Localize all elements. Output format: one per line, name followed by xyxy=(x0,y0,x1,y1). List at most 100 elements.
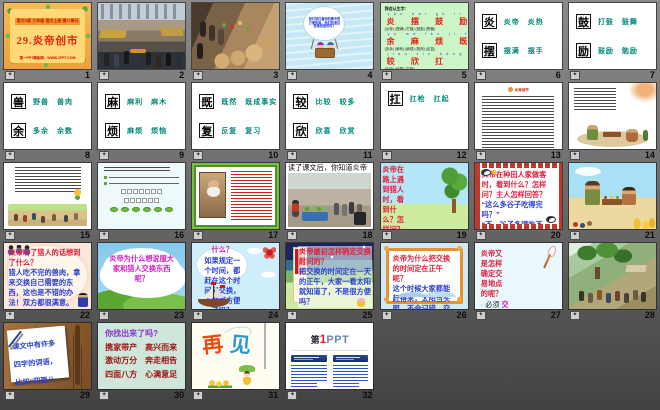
transition-icon[interactable]: ✦ xyxy=(476,151,486,160)
transition-icon[interactable]: ✦ xyxy=(193,231,203,240)
slide-thumbnail-10[interactable]: 既 既然 既成事实 复 反复 复习 xyxy=(192,83,279,149)
transition-icon[interactable]: ✦ xyxy=(287,391,297,400)
biography-text-lines xyxy=(231,171,272,220)
transition-icon[interactable]: ✦ xyxy=(382,231,392,240)
slide-thumbnail-18[interactable]: 读了课文后，你知道炎帝创立了“市”，古人们的交易是怎样的吗？ xyxy=(286,163,373,229)
lesson-text-lines xyxy=(15,167,81,193)
transition-icon[interactable]: ✦ xyxy=(99,391,109,400)
transition-icon[interactable]: ✦ xyxy=(476,231,486,240)
slide-thumbnail-15[interactable] xyxy=(4,163,91,229)
slide-thumbnail-17[interactable] xyxy=(192,163,279,229)
transition-icon[interactable]: ✦ xyxy=(570,151,580,160)
transition-icon[interactable]: ✦ xyxy=(382,151,392,160)
transition-icon[interactable]: ✦ xyxy=(193,71,203,80)
slide-thumbnail-8[interactable]: 兽 野兽 兽肉 余 多余 余数 xyxy=(4,83,91,149)
transition-icon[interactable]: ✦ xyxy=(476,311,486,320)
slide-strip: ✦ 9 xyxy=(98,149,185,161)
slide-thumbnail-32[interactable]: 第1PPT xyxy=(286,323,373,389)
slide-thumbnail-31[interactable]: 再见 xyxy=(192,323,279,389)
transition-icon[interactable]: ✦ xyxy=(382,71,392,80)
goodbye-char: 再 xyxy=(201,328,225,360)
exercise-bullet xyxy=(104,176,179,179)
slide-thumbnail-22[interactable]: 炎帝听了猎人的话想到了什么？ 猎人吃不完的兽肉，拿来交换自己需要的东西，这也是不… xyxy=(4,243,91,309)
transition-icon[interactable]: ✦ xyxy=(5,391,15,400)
slide-thumbnail-26[interactable]: 炎帝为什么把交换的时间定在正午呢？ 这个时候大家都能赶得来，太阳当头照，不会记错… xyxy=(381,243,468,309)
transition-icon[interactable]: ✦ xyxy=(193,151,203,160)
transition-icon[interactable]: ✦ xyxy=(193,391,203,400)
transition-icon[interactable]: ✦ xyxy=(476,71,486,80)
slide-cell-10: 既 既然 既成事实 复 反复 复习 ✦ 10 xyxy=(192,83,279,161)
transition-icon[interactable]: ✦ xyxy=(5,231,15,240)
slide-strip: ✦ 28 xyxy=(569,309,656,321)
slide-strip: ✦ 5 xyxy=(381,69,468,81)
slide-cell-29: 课文中有许多四字的词语，比如“四面八方”，请你把它们找出来，写在笔记本上。 ✦ … xyxy=(4,323,91,401)
plant-shape xyxy=(643,130,648,141)
slide-thumbnail-12[interactable]: 扛 扛枪 扛起 xyxy=(381,83,468,149)
transition-icon[interactable]: ✦ xyxy=(5,151,15,160)
slide-thumbnail-27[interactable]: 炎帝又是怎样确定交易地点的呢？ · 必须 交通便利 · 他选定每天正午，在人口密… xyxy=(475,243,562,309)
transition-icon[interactable]: ✦ xyxy=(570,311,580,320)
slide-strip: ✦ 27 xyxy=(475,309,562,321)
slide-thumbnail-13[interactable]: 炎帝创市 xyxy=(475,83,562,149)
slide-thumbnail-24[interactable]: 为了方便大家交换，炎帝又想到了什么？ 如果规定一个时间，都赶在这个时间来交换，不… xyxy=(192,243,279,309)
transition-icon[interactable]: ✦ xyxy=(99,231,109,240)
transition-icon[interactable]: ✦ xyxy=(287,311,297,320)
slide-number: 2 xyxy=(179,70,184,80)
slide-thumbnail-28[interactable] xyxy=(569,243,656,309)
awning-shape xyxy=(160,28,183,36)
transition-icon[interactable]: ✦ xyxy=(570,71,580,80)
transition-icon[interactable]: ✦ xyxy=(99,71,109,80)
character-grid xyxy=(104,189,179,194)
stall-shape xyxy=(625,265,646,272)
logo-text: PPT xyxy=(326,334,349,346)
slide-thumbnail-25[interactable]: 想一想 炎帝最初怎样确定交换时间的？ 把交换的时间定在一天的正午，大家一看太阳就… xyxy=(286,243,373,309)
slide-thumbnail-9[interactable]: 麻 麻利 麻木 烦 麻烦 烦恼 xyxy=(98,83,185,149)
question-line: 炎帝最初怎样确定交换时间的？ xyxy=(299,247,371,267)
transition-icon[interactable]: ✦ xyxy=(5,311,15,320)
slide-thumbnail-29[interactable]: 课文中有许多四字的词语，比如“四面八方”，请你把它们找出来，写在笔记本上。 xyxy=(4,323,91,389)
slide-thumbnail-20[interactable]: 炎帝在种田人家做客时，看到什么？怎样问？主人怎样回答？ “这么多谷子吃得完吗？”… xyxy=(475,163,562,229)
slide-strip: ✦ 13 xyxy=(475,149,562,161)
portrait-beard xyxy=(207,187,220,197)
slide-thumbnail-16[interactable] xyxy=(98,163,185,229)
word-row: (比较) (欣喜) (扛枪) xyxy=(385,67,464,69)
slide-thumbnail-23[interactable]: 炎帝为什么想说服大家和猎人交换东西呢？ xyxy=(98,243,185,309)
question-line: 炎帝为什么想说服大家和猎人交换东西呢？ xyxy=(109,254,174,284)
word-pair: 鼓励 勉励 xyxy=(598,46,638,56)
slide-strip: ✦ 25 xyxy=(286,309,373,321)
transition-icon[interactable]: ✦ xyxy=(287,151,297,160)
slide-thumbnail-6[interactable]: 炎 炎帝 炎热 摆 摆满 摆手 xyxy=(475,3,562,69)
slide-number: 17 xyxy=(268,230,278,240)
slide-thumbnail-7[interactable]: 鼓 打鼓 鼓舞 励 鼓励 勉励 xyxy=(569,3,656,69)
transition-icon[interactable]: ✦ xyxy=(382,311,392,320)
slide-number: 10 xyxy=(268,150,278,160)
transition-icon[interactable]: ✦ xyxy=(99,151,109,160)
logo-char: 第 xyxy=(311,335,320,345)
slide-strip: ✦ 31 xyxy=(192,389,279,401)
slide-thumbnail-30[interactable]: 你找出来了吗? 携家带产 高兴而来 满意而归 激动万分 奔走相告 人来人往 四面… xyxy=(98,323,185,389)
slide-strip: ✦ 19 xyxy=(381,229,468,241)
slide-thumbnail-11[interactable]: 较 比较 较多 欣 欣喜 欣赏 xyxy=(286,83,373,149)
slide-thumbnail-4[interactable]: 我们现在看到的集市很方便热闹，你们知道这是谁创造的吗？ xyxy=(286,3,373,69)
slide-thumbnail-21[interactable] xyxy=(569,163,656,229)
slide-thumbnail-3[interactable] xyxy=(192,3,279,69)
slide-number: 30 xyxy=(174,390,184,400)
transition-icon[interactable]: ✦ xyxy=(287,71,297,80)
tree-illustration xyxy=(441,167,467,213)
slide-thumbnail-1[interactable]: 语文S版 三年级 语文上册 第八单元 29.炎帝创市 第一PPT模板网：WWW.… xyxy=(4,3,91,69)
slide-thumbnail-2[interactable] xyxy=(98,3,185,69)
slide-thumbnail-5[interactable]: 我会认生字： yán bǎi gǔ lì shòu 炎 摆 鼓 励 兽 (炎帝)… xyxy=(381,3,468,69)
transition-icon[interactable]: ✦ xyxy=(99,311,109,320)
slide-thumbnail-19[interactable]: 炎帝在路上遇到猎人时，看到什么？怎样问？猎人怎样回答？ “你们打来的兽肉吃得完吗… xyxy=(381,163,468,229)
flag-shape xyxy=(211,282,216,285)
transition-icon[interactable]: ✦ xyxy=(5,71,15,80)
slide-number: 32 xyxy=(362,390,372,400)
transition-icon[interactable]: ✦ xyxy=(193,311,203,320)
slide-strip: ✦ 14 xyxy=(569,149,656,161)
transition-icon[interactable]: ✦ xyxy=(287,231,297,240)
cartoon-girl xyxy=(357,298,365,307)
question-line: 为了方便大家交换，炎帝又想到了什么？ xyxy=(202,243,242,255)
slide-thumbnail-14[interactable] xyxy=(569,83,656,149)
credit-text-lines xyxy=(333,383,359,389)
transition-icon[interactable]: ✦ xyxy=(570,231,580,240)
